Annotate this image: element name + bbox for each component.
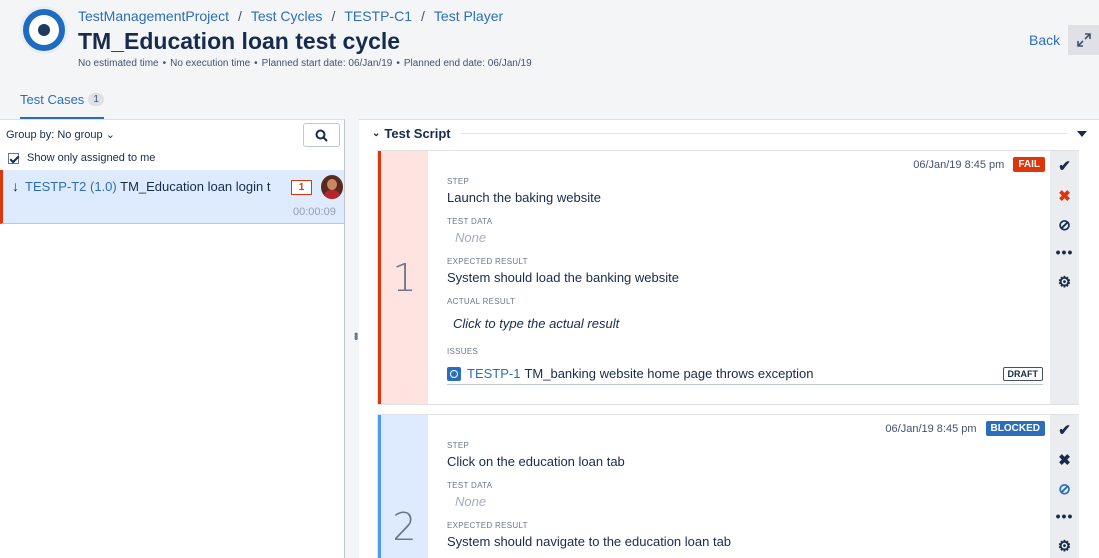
test-case-name: TM_Education loan login t — [120, 179, 271, 194]
back-link[interactable]: Back — [1029, 32, 1060, 48]
step-description: Launch the baking website — [447, 190, 601, 205]
test-data-value: None — [455, 230, 487, 245]
step-actions: ✔ ✖ ⊘ ••• ⚙ — [1050, 415, 1079, 558]
caret-down-icon[interactable] — [1077, 130, 1087, 137]
issues-label: ISSUES — [447, 347, 479, 356]
test-script-title: Test Script — [384, 126, 451, 141]
avatar — [321, 175, 343, 199]
planned-start: Planned start date: 06/Jan/19 — [261, 58, 393, 69]
project-logo[interactable] — [20, 6, 68, 54]
test-case-key[interactable]: TESTP-T2 (1.0) — [25, 179, 117, 194]
fail-x-icon[interactable]: ✖ — [1050, 185, 1079, 207]
status-date: 06/Jan/19 8:45 pm — [885, 422, 977, 435]
issue-key-link[interactable]: TESTP-1 — [467, 366, 520, 381]
test-script-panel: ⌄ Test Script 1 06/Jan/19 8:45 pm FAIL S… — [359, 119, 1099, 558]
breadcrumb-project[interactable]: TestManagementProject — [78, 8, 229, 24]
test-case-title: TESTP-T2 (1.0) TM_Education loan login t — [25, 179, 280, 194]
issue-type-icon — [447, 366, 461, 381]
expand-icon — [1076, 33, 1091, 47]
execution-time: No execution time — [170, 58, 251, 69]
show-assigned-toggle[interactable]: Show only assigned to me — [8, 152, 155, 164]
more-options-icon[interactable]: ••• — [1050, 241, 1079, 263]
search-icon — [315, 129, 328, 142]
expand-button[interactable] — [1068, 25, 1099, 55]
show-assigned-checkbox[interactable] — [8, 152, 19, 164]
gear-icon[interactable]: ⚙ — [1050, 535, 1079, 557]
page-title: TM_Education loan test cycle — [78, 28, 401, 54]
step-status: 06/Jan/19 8:45 pm BLOCKED — [885, 421, 1045, 436]
test-case-row[interactable]: ↓ TESTP-T2 (1.0) TM_Education loan login… — [0, 170, 344, 224]
expected-result-value: System should load the banking website — [447, 270, 679, 285]
test-step-2: 2 06/Jan/19 8:45 pm BLOCKED STEP Click o… — [377, 414, 1079, 558]
pass-check-icon[interactable]: ✔ — [1050, 155, 1079, 177]
step-status: 06/Jan/19 8:45 pm FAIL — [913, 157, 1045, 172]
tab-test-cases[interactable]: Test Cases 1 — [20, 92, 104, 120]
test-data-label: TEST DATA — [447, 481, 493, 490]
step-number: 1 — [378, 151, 428, 404]
search-button[interactable] — [303, 123, 340, 147]
issue-status-badge: DRAFT — [1002, 366, 1043, 381]
expected-result-value: System should navigate to the education … — [447, 534, 732, 549]
chevron-down-icon: ⌄ — [105, 129, 115, 141]
pass-check-icon[interactable]: ✔ — [1050, 419, 1079, 441]
step-description: Click on the education loan tab — [447, 454, 625, 469]
status-date: 06/Jan/19 8:45 pm — [913, 158, 1005, 171]
status-badge: FAIL — [1013, 157, 1045, 172]
breadcrumb: TestManagementProject / Test Cycles / TESTP-… — [78, 8, 504, 24]
estimated-time: No estimated time — [78, 58, 159, 69]
gear-icon[interactable]: ⚙ — [1050, 271, 1079, 293]
status-badge: BLOCKED — [985, 421, 1045, 436]
actual-result-input[interactable]: Click to type the actual result — [453, 316, 619, 331]
show-assigned-label: Show only assigned to me — [27, 152, 156, 164]
arrow-down-icon: ↓ — [12, 178, 19, 194]
test-case-list-panel: Group by: No group ⌄ Show only assigned … — [0, 119, 345, 558]
group-by-dropdown[interactable]: Group by: No group ⌄ — [6, 128, 115, 141]
test-script-header[interactable]: ⌄ Test Script — [372, 126, 1087, 141]
tab-count-badge: 1 — [88, 93, 104, 106]
group-by-label: Group by: No group — [6, 129, 103, 141]
breadcrumb-test-player[interactable]: Test Player — [434, 8, 503, 24]
step-label: STEP — [447, 177, 470, 186]
more-options-icon[interactable]: ••• — [1050, 505, 1079, 527]
blocked-icon[interactable]: ⊘ — [1050, 478, 1079, 500]
actual-result-label: ACTUAL RESULT — [447, 297, 516, 306]
test-data-label: TEST DATA — [447, 217, 493, 226]
breadcrumb-cycle[interactable]: TESTP-C1 — [344, 8, 412, 24]
issue-row: TESTP-1 TM_banking website home page thr… — [447, 363, 1043, 385]
test-step-1: 1 06/Jan/19 8:45 pm FAIL STEP Launch the… — [377, 150, 1079, 405]
tab-label: Test Cases — [20, 92, 85, 107]
planned-end: Planned end date: 06/Jan/19 — [403, 58, 532, 69]
issue-summary: TM_banking website home page throws exce… — [524, 366, 814, 381]
expected-result-label: EXPECTED RESULT — [447, 257, 528, 266]
cycle-meta: No estimated time • No execution time • Plan… — [78, 58, 532, 69]
page-header: TestManagementProject / Test Cycles / TESTP-… — [0, 0, 1099, 120]
tab-bar: Test Cases 1 — [20, 92, 104, 120]
breadcrumb-test-cycles[interactable]: Test Cycles — [251, 8, 323, 24]
step-label: STEP — [447, 441, 470, 450]
step-number: 2 — [378, 415, 428, 558]
defect-count-badge: 1 — [291, 180, 312, 195]
collapse-chevron-icon: ⌄ — [372, 128, 381, 139]
expected-result-label: EXPECTED RESULT — [447, 521, 528, 530]
blocked-icon[interactable]: ⊘ — [1050, 214, 1079, 236]
execution-time-value: 00:00:09 — [293, 206, 336, 218]
test-data-value: None — [455, 494, 487, 509]
step-actions: ✔ ✖ ⊘ ••• ⚙ — [1050, 151, 1079, 404]
fail-x-icon[interactable]: ✖ — [1050, 449, 1079, 471]
